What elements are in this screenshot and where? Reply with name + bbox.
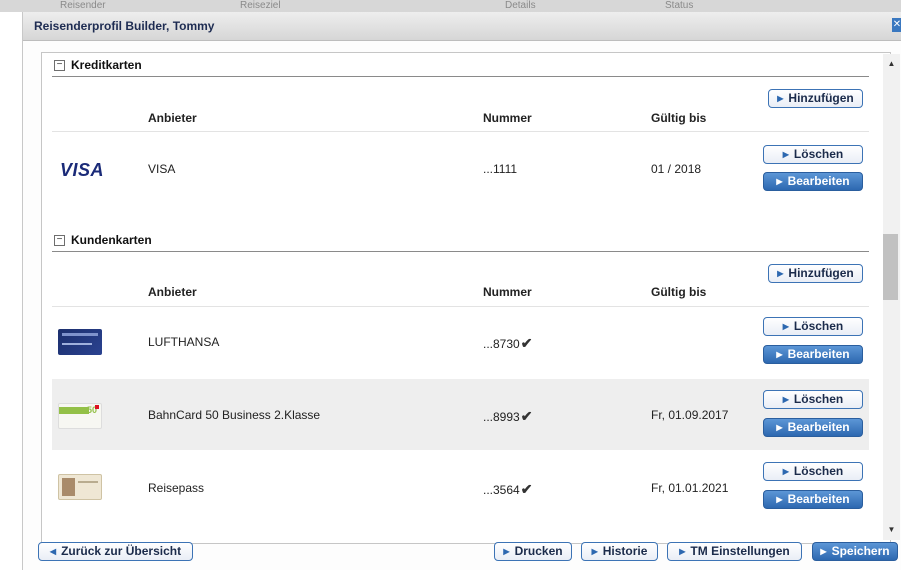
table-row-customer-card: LUFTHANSA ...8730✔ ▶ Löschen ▶ Bearbeiten: [52, 307, 869, 378]
background-tab: Reiseziel: [240, 0, 281, 11]
number-cell: ...3564✔: [483, 481, 532, 498]
close-icon[interactable]: ✕: [892, 18, 901, 32]
tm-settings-button[interactable]: ▶ TM Einstellungen: [667, 542, 802, 561]
number-cell: ...1111: [483, 162, 518, 176]
play-arrow-icon: ▶: [776, 350, 783, 359]
number-cell: ...8993✔: [483, 408, 532, 425]
table-row-credit-card: VISA VISA ...1111 01 / 2018 ▶ Löschen ▶ Be…: [52, 132, 869, 203]
play-arrow-icon: ▶: [776, 177, 783, 186]
background-tab: Status: [665, 0, 694, 11]
collapse-icon[interactable]: −: [54, 60, 65, 71]
history-button[interactable]: ▶ Historie: [581, 542, 658, 561]
section-title: Kundenkarten: [71, 233, 152, 247]
section-customer-cards[interactable]: − Kundenkarten: [52, 231, 869, 252]
play-arrow-icon: ▶: [782, 395, 789, 404]
number-text: ...8993: [483, 410, 520, 424]
table-row-customer-card: 50 BahnCard 50 Business 2.Klasse ...8993…: [52, 379, 869, 450]
verified-check-icon: ✔: [520, 408, 533, 424]
play-arrow-icon: ▶: [679, 547, 686, 556]
button-label: Löschen: [793, 319, 844, 333]
scroll-down-arrow-icon[interactable]: ▼: [883, 522, 900, 538]
column-header-number: Nummer: [483, 111, 532, 125]
profile-content-panel: − Kreditkarten ▶ Hinzufügen Anbieter Numm…: [41, 52, 891, 544]
vertical-scrollbar[interactable]: ▲ ▼: [883, 54, 900, 540]
delete-button[interactable]: ▶ Löschen: [763, 462, 863, 481]
delete-button[interactable]: ▶ Löschen: [763, 390, 863, 409]
passport-image: [58, 474, 102, 500]
provider-cell: LUFTHANSA: [148, 335, 220, 349]
play-arrow-icon: ▶: [820, 547, 827, 556]
button-label: Bearbeiten: [787, 492, 850, 506]
bahncard-image: 50: [58, 403, 102, 429]
save-button[interactable]: ▶ Speichern: [812, 542, 898, 561]
valid-until-cell: Fr, 01.09.2017: [651, 408, 729, 422]
play-arrow-icon: ▶: [776, 495, 783, 504]
play-arrow-icon: ▶: [591, 547, 598, 556]
dialog-title: Reisenderprofil Builder, Tommy: [34, 19, 215, 33]
play-arrow-icon: ▶: [782, 150, 789, 159]
button-label: Hinzufügen: [788, 91, 854, 105]
back-to-overview-button[interactable]: ◀ Zurück zur Übersicht: [38, 542, 193, 561]
play-arrow-icon: ▶: [782, 467, 789, 476]
collapse-icon[interactable]: −: [54, 235, 65, 246]
profile-builder-dialog: Reisenderprofil Builder, Tommy ✕ − Kredi…: [22, 12, 901, 570]
delete-button[interactable]: ▶ Löschen: [763, 145, 863, 164]
play-arrow-icon: ▶: [777, 269, 784, 278]
scroll-up-arrow-icon[interactable]: ▲: [883, 56, 900, 72]
column-header-provider: Anbieter: [148, 111, 197, 125]
button-label: Löschen: [793, 464, 844, 478]
background-tab: Reisender: [60, 0, 106, 11]
button-label: TM Einstellungen: [690, 544, 790, 558]
button-label: Löschen: [793, 147, 844, 161]
column-header-provider: Anbieter: [148, 285, 197, 299]
button-label: Bearbeiten: [787, 420, 850, 434]
add-credit-card-button[interactable]: ▶ Hinzufügen: [768, 89, 863, 108]
button-label: Drucken: [514, 544, 563, 558]
column-header-valid-until: Gültig bis: [651, 111, 707, 125]
play-arrow-icon: ▶: [503, 547, 510, 556]
print-button[interactable]: ▶ Drucken: [494, 542, 572, 561]
play-arrow-icon: ▶: [776, 423, 783, 432]
valid-until-cell: Fr, 01.01.2021: [651, 481, 729, 495]
table-row-customer-card: Reisepass ...3564✔ Fr, 01.01.2021 ▶ Lösch…: [52, 451, 869, 522]
number-text: ...8730: [483, 337, 520, 351]
provider-cell: BahnCard 50 Business 2.Klasse: [148, 408, 321, 422]
column-header-number: Nummer: [483, 285, 532, 299]
play-arrow-icon: ▶: [777, 94, 784, 103]
provider-cell: VISA: [148, 162, 176, 176]
play-arrow-icon: ▶: [782, 322, 789, 331]
button-label: Löschen: [793, 392, 844, 406]
edit-button[interactable]: ▶ Bearbeiten: [763, 490, 863, 509]
background-page-tabs: Reisender Reiseziel Details Status: [0, 0, 901, 12]
delete-button[interactable]: ▶ Löschen: [763, 317, 863, 336]
provider-cell: Reisepass: [148, 481, 205, 495]
number-text: ...3564: [483, 483, 520, 497]
edit-button[interactable]: ▶ Bearbeiten: [763, 345, 863, 364]
back-arrow-icon: ◀: [49, 547, 57, 556]
button-label: Hinzufügen: [788, 266, 854, 280]
section-title: Kreditkarten: [71, 58, 142, 72]
column-header-valid-until: Gültig bis: [651, 285, 707, 299]
lufthansa-card-image: [58, 329, 102, 355]
button-label: Historie: [602, 544, 648, 558]
button-label: Bearbeiten: [787, 347, 850, 361]
add-customer-card-button[interactable]: ▶ Hinzufügen: [768, 264, 863, 283]
valid-until-cell: 01 / 2018: [651, 162, 702, 176]
button-label: Bearbeiten: [787, 174, 850, 188]
button-label: Zurück zur Übersicht: [61, 544, 182, 558]
background-tab: Details: [505, 0, 536, 11]
number-cell: ...8730✔: [483, 335, 532, 352]
dialog-titlebar: Reisenderprofil Builder, Tommy ✕: [23, 12, 901, 41]
scrollbar-thumb[interactable]: [883, 234, 898, 300]
visa-logo: VISA: [60, 160, 105, 180]
verified-check-icon: ✔: [520, 335, 533, 351]
edit-button[interactable]: ▶ Bearbeiten: [763, 418, 863, 437]
edit-button[interactable]: ▶ Bearbeiten: [763, 172, 863, 191]
button-label: Speichern: [831, 544, 890, 558]
section-credit-cards[interactable]: − Kreditkarten: [52, 56, 869, 77]
verified-check-icon: ✔: [520, 481, 533, 497]
